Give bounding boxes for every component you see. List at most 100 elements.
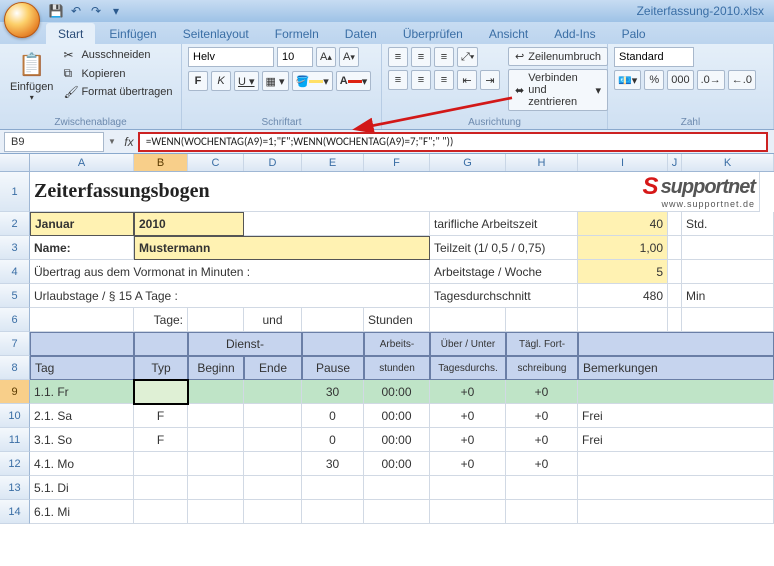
cell-d11[interactable] [244,428,302,452]
cell-h14[interactable] [506,500,578,524]
arbeitstage-value[interactable]: 5 [578,260,668,284]
cell-b11[interactable]: F [134,428,188,452]
cell-e10[interactable]: 0 [302,404,364,428]
teilzeit-value[interactable]: 1,00 [578,236,668,260]
cell-c9[interactable] [188,380,244,404]
copy-button[interactable]: ⧉Kopieren [61,65,174,82]
row-header-11[interactable]: 11 [0,428,30,452]
cell-i10[interactable]: Frei [578,404,774,428]
year-cell[interactable]: 2010 [134,212,244,236]
cell-g14[interactable] [430,500,506,524]
align-top-button[interactable]: ≡ [388,47,408,67]
cell-a9[interactable]: 1.1. Fr [30,380,134,404]
undo-icon[interactable]: ↶ [68,3,84,19]
col-header-k[interactable]: K [682,154,774,171]
row-header-13[interactable]: 13 [0,476,30,500]
cell-c12[interactable] [188,452,244,476]
decrease-decimal-button[interactable]: ←.0 [728,70,756,90]
tab-formeln[interactable]: Formeln [263,23,331,44]
cell-i12[interactable] [578,452,774,476]
cell-i9[interactable] [578,380,774,404]
cell-g9[interactable]: +0 [430,380,506,404]
cell-d10[interactable] [244,404,302,428]
row-header-8[interactable]: 8 [0,356,30,380]
col-header-j[interactable]: J [668,154,682,171]
tab-einfuegen[interactable]: Einfügen [97,23,168,44]
bold-button[interactable]: F [188,71,208,91]
cell-f9[interactable]: 00:00 [364,380,430,404]
align-left-button[interactable]: ≡ [388,70,408,90]
redo-icon[interactable]: ↷ [88,3,104,19]
col-header-h[interactable]: H [506,154,578,171]
month-cell[interactable]: Januar [30,212,134,236]
cell-b9[interactable] [134,380,188,404]
cell-b13[interactable] [134,476,188,500]
cell-b10[interactable]: F [134,404,188,428]
font-color-button[interactable]: A▾ [336,71,371,91]
name-value[interactable]: Mustermann [134,236,430,260]
increase-font-button[interactable]: A▴ [316,47,336,67]
cell-e14[interactable] [302,500,364,524]
cell-d13[interactable] [244,476,302,500]
cell-c10[interactable] [188,404,244,428]
row-header-6[interactable]: 6 [0,308,30,332]
cell-a12[interactable]: 4.1. Mo [30,452,134,476]
col-header-d[interactable]: D [244,154,302,171]
cell-a10[interactable]: 2.1. Sa [30,404,134,428]
row-header-14[interactable]: 14 [0,500,30,524]
tab-seitenlayout[interactable]: Seitenlayout [171,23,261,44]
cell-b14[interactable] [134,500,188,524]
cell-f13[interactable] [364,476,430,500]
cell-f10[interactable]: 00:00 [364,404,430,428]
row-header-9[interactable]: 9 [0,380,30,404]
cell-c14[interactable] [188,500,244,524]
cell-i14[interactable] [578,500,774,524]
tab-ansicht[interactable]: Ansicht [477,23,540,44]
cell-h13[interactable] [506,476,578,500]
tab-addins[interactable]: Add-Ins [542,23,607,44]
increase-indent-button[interactable]: ⇥ [480,70,500,90]
cut-button[interactable]: ✂Ausschneiden [61,47,174,63]
office-button[interactable] [4,2,40,38]
row-header-12[interactable]: 12 [0,452,30,476]
cell-h12[interactable]: +0 [506,452,578,476]
cell-i11[interactable]: Frei [578,428,774,452]
tab-start[interactable]: Start [46,23,95,44]
align-bottom-button[interactable]: ≡ [434,47,454,67]
row-header-4[interactable]: 4 [0,260,30,284]
italic-button[interactable]: K [211,71,231,91]
increase-decimal-button[interactable]: .0→ [697,70,725,90]
row-header-3[interactable]: 3 [0,236,30,260]
col-header-g[interactable]: G [430,154,506,171]
save-icon[interactable]: 💾 [48,3,64,19]
select-all-button[interactable] [0,154,30,171]
cell-d9[interactable] [244,380,302,404]
row-header-5[interactable]: 5 [0,284,30,308]
qat-more-icon[interactable]: ▾ [108,3,124,19]
currency-button[interactable]: 💶▾ [614,70,641,90]
cell-c13[interactable] [188,476,244,500]
number-format-select[interactable] [614,47,694,67]
col-header-b[interactable]: B [134,154,188,171]
comma-button[interactable]: 000 [667,70,693,90]
decrease-font-button[interactable]: A▾ [339,47,359,67]
row-header-2[interactable]: 2 [0,212,30,236]
tab-ueberpruefen[interactable]: Überprüfen [391,23,475,44]
align-middle-button[interactable]: ≡ [411,47,431,67]
tab-daten[interactable]: Daten [333,23,389,44]
tab-palo[interactable]: Palo [610,23,658,44]
decrease-indent-button[interactable]: ⇤ [457,70,477,90]
cell-g10[interactable]: +0 [430,404,506,428]
cell-d12[interactable] [244,452,302,476]
cell-g12[interactable]: +0 [430,452,506,476]
cell-b12[interactable] [134,452,188,476]
col-header-i[interactable]: I [578,154,668,171]
align-right-button[interactable]: ≡ [434,70,454,90]
cell-d14[interactable] [244,500,302,524]
tarif-value[interactable]: 40 [578,212,668,236]
cell-a13[interactable]: 5.1. Di [30,476,134,500]
merge-center-button[interactable]: ⬌Verbinden und zentrieren ▾ [508,69,608,111]
formula-input[interactable] [138,132,768,152]
fill-color-button[interactable]: 🪣▾ [292,71,333,91]
cell-c11[interactable] [188,428,244,452]
